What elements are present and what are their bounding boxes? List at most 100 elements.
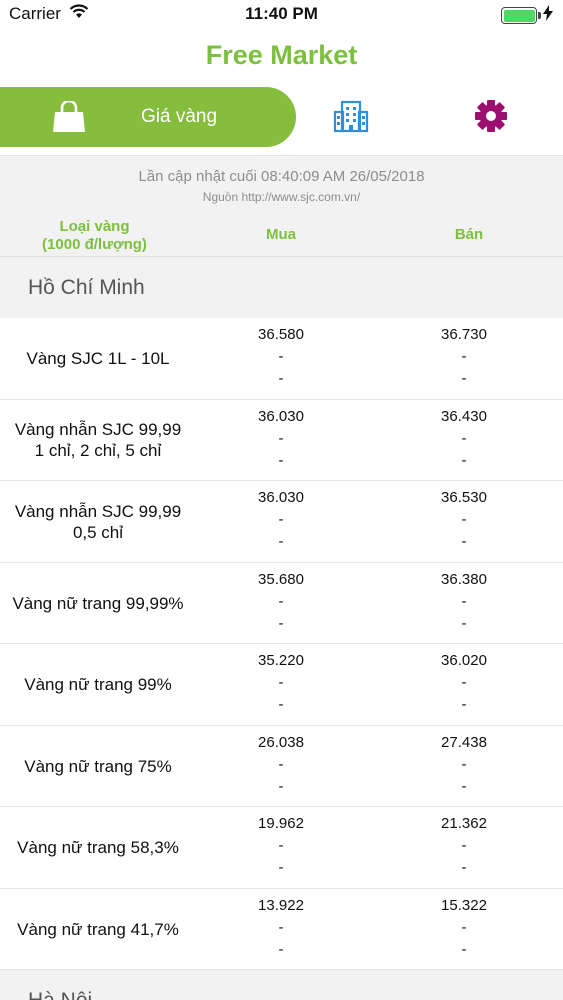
tab-gold-label: Giá vàng bbox=[141, 106, 218, 127]
tab-buildings[interactable] bbox=[333, 100, 369, 138]
buy-price-cell: 13.922 - - bbox=[221, 895, 341, 961]
sell-price-cell: 21.362 - - bbox=[404, 813, 524, 879]
buy-price-value: - bbox=[278, 777, 284, 795]
sell-price-value: 36.430 bbox=[441, 407, 487, 425]
sell-price-value: - bbox=[461, 674, 467, 691]
sell-price-value: - bbox=[461, 533, 467, 550]
sell-price-cell: 36.730 - - bbox=[404, 324, 524, 390]
buy-price-value: - bbox=[278, 511, 284, 528]
buy-price-value: - bbox=[278, 614, 284, 632]
status-bar: Carrier 11:40 PM bbox=[0, 0, 563, 30]
gold-type-label: Vàng nữ trang 99,99% bbox=[12, 593, 184, 613]
sell-price-value: - bbox=[461, 755, 467, 773]
source-link-text: Nguồn http://www.sjc.com.vn/ bbox=[202, 190, 361, 204]
battery-icon bbox=[501, 7, 541, 24]
tab-settings[interactable] bbox=[474, 99, 508, 138]
table-row: Vàng nữ trang 75% 26.038 - - 27.438 - - bbox=[0, 725, 563, 807]
gold-type-label: Vàng nhẫn SJC 99,99 0,5 chỉ bbox=[14, 501, 182, 542]
buy-price-value: 35.220 bbox=[258, 652, 304, 669]
sell-price-value: - bbox=[461, 451, 467, 469]
buy-price-value: - bbox=[278, 918, 284, 936]
last-updated-text: Lần cập nhật cuối 08:40:09 AM 26/05/2018 bbox=[138, 168, 425, 185]
sell-price-cell: 36.530 - - bbox=[404, 487, 524, 553]
sell-price-cell: 36.430 - - bbox=[404, 406, 524, 472]
buy-price-value: 19.962 bbox=[258, 815, 304, 832]
sell-price-value: 36.730 bbox=[441, 326, 487, 343]
shopping-bag-icon bbox=[52, 99, 86, 138]
table-row: Vàng nhẫn SJC 99,99 0,5 chỉ 36.030- -36.53… bbox=[0, 481, 563, 563]
tab-gold-price[interactable]: Giá vàng bbox=[0, 87, 296, 147]
sell-price-value: - bbox=[461, 777, 467, 795]
sell-price-value: - bbox=[461, 614, 467, 632]
status-time: 11:40 PM bbox=[245, 4, 318, 23]
sell-price-value: 15.322 bbox=[441, 896, 487, 914]
sell-price-value: - bbox=[461, 940, 467, 958]
buy-price-value: 13.922 bbox=[258, 896, 304, 914]
sell-price-value: 36.530 bbox=[441, 489, 487, 506]
sell-price-value: - bbox=[461, 859, 467, 876]
buy-price-value: 26.038 bbox=[258, 733, 304, 751]
buy-price-value: - bbox=[278, 674, 284, 691]
buy-price-value: - bbox=[278, 451, 284, 469]
sell-price-value: - bbox=[461, 592, 467, 610]
buy-price-cell: 36.580 - - bbox=[221, 324, 341, 390]
sell-price-value: - bbox=[461, 511, 467, 528]
buy-price-cell: 35.680 - - bbox=[221, 569, 341, 635]
sell-price-cell: 15.322 - - bbox=[404, 895, 524, 961]
sell-price-value: - bbox=[461, 370, 467, 387]
buy-price-value: - bbox=[278, 348, 284, 365]
app-title: Free Market bbox=[205, 40, 358, 70]
column-header-type: Loại vàng (1000 đ/lượng) bbox=[42, 218, 147, 253]
gold-type-label: Vàng nhẫn SJC 99,99 1 chỉ, 2 chỉ, 5 chỉ bbox=[14, 420, 182, 460]
gold-type-label: Vàng SJC 1L - 10L bbox=[26, 349, 170, 368]
sell-price-cell: 27.438 - - bbox=[404, 732, 524, 798]
building-icon bbox=[333, 100, 369, 137]
buy-price-value: - bbox=[278, 533, 284, 550]
table-row: Vàng SJC 1L - 10L 36.580 - - 36.730 - - bbox=[0, 318, 563, 400]
column-header-sell: Bán bbox=[454, 226, 484, 243]
price-list: Vàng SJC 1L - 10L 36.580- -36.730- - Vàng nh… bbox=[0, 318, 563, 970]
buy-price-value: 36.580 bbox=[258, 326, 304, 343]
buy-price-value: 35.680 bbox=[258, 570, 304, 588]
price-header: Lần cập nhật cuối 08:40:09 AM 26/05/2018… bbox=[0, 155, 563, 257]
gold-type-label: Vàng nữ trang 75% bbox=[24, 756, 172, 776]
gold-type-label: Vàng nữ trang 58,3% bbox=[17, 838, 179, 857]
buy-price-value: - bbox=[278, 696, 284, 713]
sell-price-value: 27.438 bbox=[441, 733, 487, 751]
sell-price-value: - bbox=[461, 837, 467, 854]
buy-price-value: - bbox=[278, 592, 284, 610]
column-header-buy: Mua bbox=[266, 226, 296, 243]
sell-price-value: 36.380 bbox=[441, 570, 487, 588]
sell-price-value: 21.362 bbox=[441, 815, 487, 832]
charging-icon bbox=[543, 5, 553, 26]
sell-price-value: 36.020 bbox=[441, 652, 487, 669]
buy-price-cell: 36.030 - - bbox=[221, 406, 341, 472]
buy-price-cell: 26.038 - - bbox=[221, 732, 341, 798]
sell-price-cell: 36.020 - - bbox=[404, 650, 524, 716]
buy-price-value: 36.030 bbox=[258, 407, 304, 425]
gold-type-label: Vàng nữ trang 99% bbox=[24, 675, 172, 694]
section-header-hcm: Hồ Chí Minh bbox=[0, 257, 563, 318]
sell-price-value: - bbox=[461, 348, 467, 365]
section-title: Hà Nội bbox=[28, 989, 92, 1000]
buy-price-value: - bbox=[278, 837, 284, 854]
sell-price-value: - bbox=[461, 696, 467, 713]
gear-icon bbox=[474, 100, 508, 137]
table-row: Vàng nữ trang 99,99% 35.680 - - 36.380 - - bbox=[0, 562, 563, 644]
buy-price-value: - bbox=[278, 859, 284, 876]
buy-price-value: - bbox=[278, 755, 284, 773]
sell-price-cell: 36.380 - - bbox=[404, 569, 524, 635]
table-row: Vàng nhẫn SJC 99,99 1 chỉ, 2 chỉ, 5 chỉ 3… bbox=[0, 399, 563, 481]
table-row: Vàng nữ trang 99% 35.220 - - 36.020 - - bbox=[0, 644, 563, 726]
sell-price-value: - bbox=[461, 429, 467, 447]
buy-price-value: 36.030 bbox=[258, 489, 304, 506]
buy-price-value: - bbox=[278, 429, 284, 447]
buy-price-value: - bbox=[278, 940, 284, 958]
sell-price-value: - bbox=[461, 918, 467, 936]
gold-type-label: Vàng nữ trang 41,7% bbox=[17, 919, 179, 939]
buy-price-value: - bbox=[278, 370, 284, 387]
buy-price-cell: 36.030 - - bbox=[221, 487, 341, 553]
table-row: Vàng nữ trang 58,3% 19.962 - - 21.362 - - bbox=[0, 807, 563, 889]
buy-price-cell: 19.962 - - bbox=[221, 813, 341, 879]
table-row: Vàng nữ trang 41,7% 13.922 - - 15.322 - - bbox=[0, 888, 563, 970]
